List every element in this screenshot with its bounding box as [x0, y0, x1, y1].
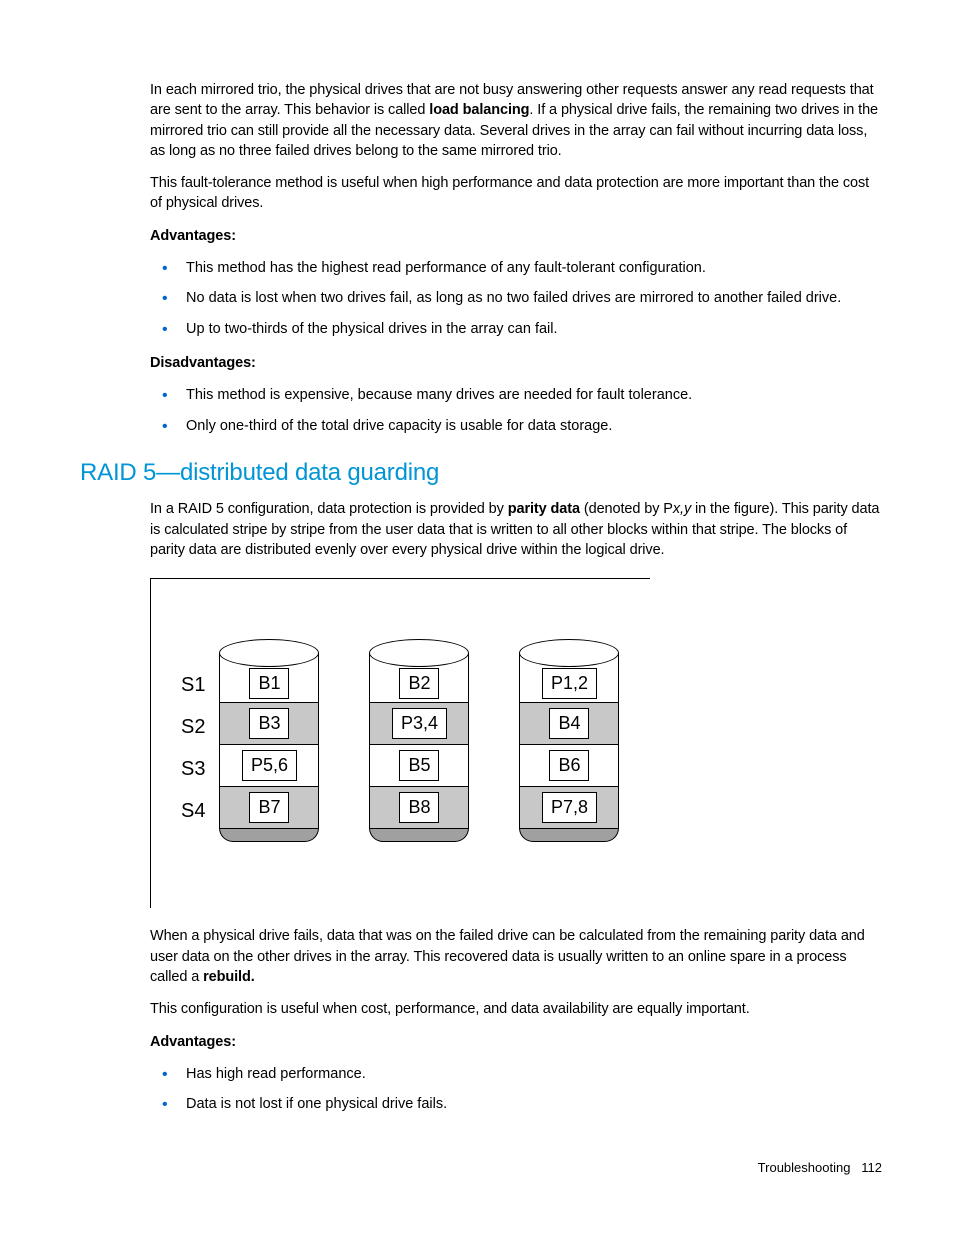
footer-page-number: 112 [861, 1160, 882, 1175]
term-parity-data: parity data [508, 501, 580, 517]
var-xy: x,y [673, 501, 691, 517]
drive-3: P1,2 B4 B6 P7,8 [519, 639, 619, 842]
list-item: Has high read performance. [150, 1064, 880, 1084]
stripe-label: S3 [181, 755, 205, 783]
section-heading-raid5: RAID 5—distributed data guarding [80, 456, 880, 490]
footer-section: Troubleshooting [758, 1160, 851, 1175]
raid5-para: In a RAID 5 configuration, data protecti… [150, 499, 880, 560]
stripe-label: S2 [181, 713, 205, 741]
after-diagram-para-2: This configuration is useful when cost, … [150, 999, 880, 1019]
advantages-list-2: Has high read performance. Data is not l… [80, 1064, 880, 1115]
page-footer: Troubleshooting 112 [758, 1159, 882, 1177]
cylinder-bottom-icon [369, 828, 469, 842]
block: B1 [249, 668, 289, 699]
block: P5,6 [242, 750, 297, 781]
list-item: Data is not lost if one physical drive f… [150, 1094, 880, 1114]
stripe-label: S4 [181, 797, 205, 825]
text: In a RAID 5 configuration, data protecti… [150, 501, 508, 517]
block: B4 [549, 708, 589, 739]
after-diagram-para-1: When a physical drive fails, data that w… [150, 926, 880, 987]
block: P1,2 [542, 668, 597, 699]
raid5-diagram: S1 S2 S3 S4 B1 B3 P5,6 B7 [150, 578, 650, 908]
list-item: No data is lost when two drives fail, as… [150, 288, 880, 308]
list-item: This method is expensive, because many d… [150, 385, 880, 405]
cylinder-bottom-icon [519, 828, 619, 842]
stripe-labels: S1 S2 S3 S4 [181, 671, 205, 825]
block: P7,8 [542, 792, 597, 823]
intro-para-1: In each mirrored trio, the physical driv… [150, 80, 880, 161]
advantages-list: This method has the highest read perform… [80, 258, 880, 339]
block: P3,4 [392, 708, 447, 739]
drive-1: B1 B3 P5,6 B7 [219, 639, 319, 842]
advantages-heading-2: Advantages: [150, 1032, 880, 1052]
block: B7 [249, 792, 289, 823]
list-item: This method has the highest read perform… [150, 258, 880, 278]
list-item: Only one-third of the total drive capaci… [150, 416, 880, 436]
block: B5 [399, 750, 439, 781]
text: When a physical drive fails, data that w… [150, 928, 865, 985]
block: B6 [549, 750, 589, 781]
disadvantages-list: This method is expensive, because many d… [80, 385, 880, 436]
block: B2 [399, 668, 439, 699]
term-rebuild: rebuild. [203, 969, 255, 985]
text: (denoted by P [580, 501, 673, 517]
disadvantages-heading: Disadvantages: [150, 353, 880, 373]
term-load-balancing: load balancing [429, 102, 529, 118]
cylinder-bottom-icon [219, 828, 319, 842]
block: B8 [399, 792, 439, 823]
list-item: Up to two-thirds of the physical drives … [150, 319, 880, 339]
advantages-heading: Advantages: [150, 226, 880, 246]
stripe-label: S1 [181, 671, 205, 699]
block: B3 [249, 708, 289, 739]
intro-para-2: This fault-tolerance method is useful wh… [150, 173, 880, 214]
drive-2: B2 P3,4 B5 B8 [369, 639, 469, 842]
